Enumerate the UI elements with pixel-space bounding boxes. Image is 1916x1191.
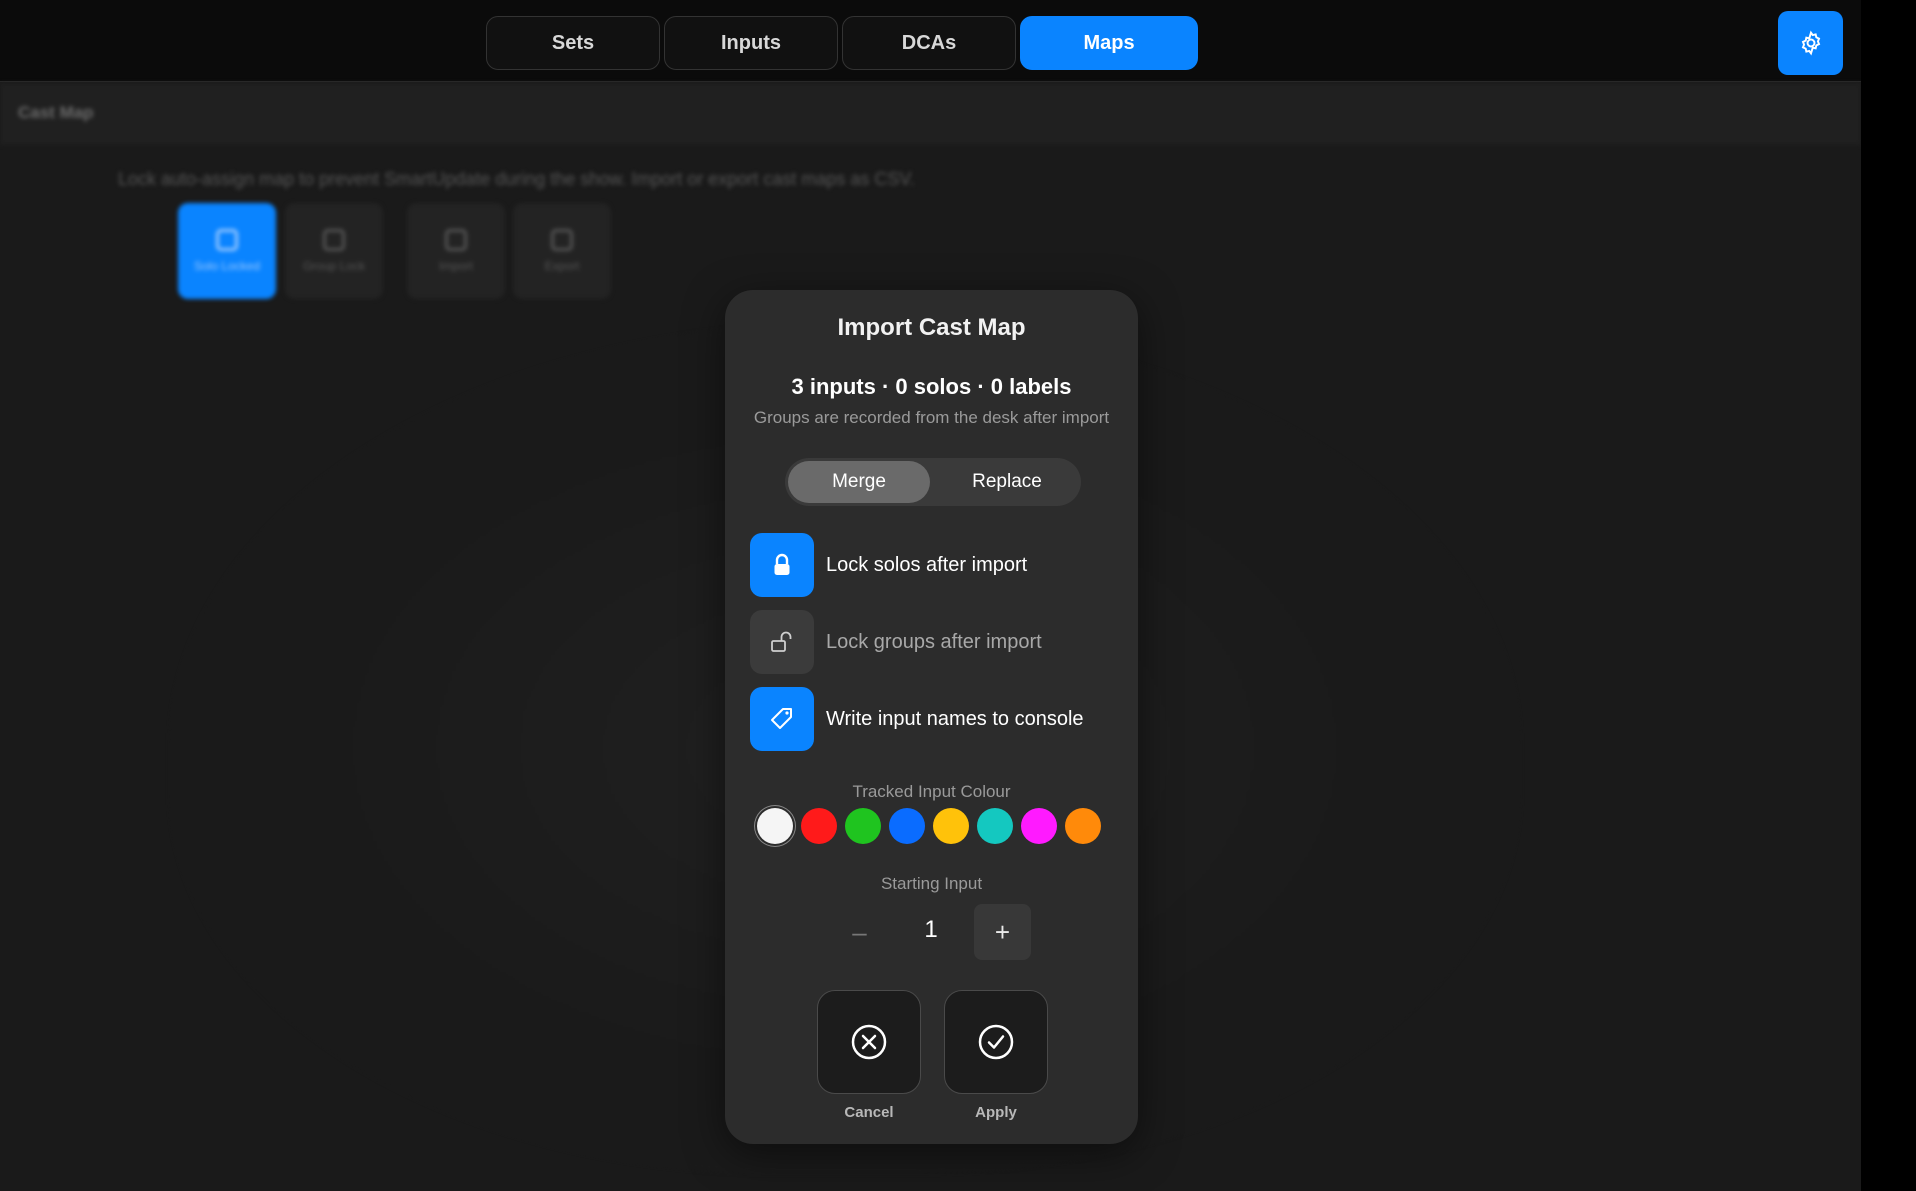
decrement-button[interactable]: – <box>831 904 888 960</box>
import-mode-segment: Merge Replace <box>785 458 1081 506</box>
cancel-action: Cancel <box>817 990 921 1121</box>
import-subtitle: Groups are recorded from the desk after … <box>753 408 1110 427</box>
top-bar: Sets Inputs DCAs Maps <box>0 0 1861 82</box>
colour-swatch[interactable] <box>757 808 793 844</box>
import-cast-map-dialog: Import Cast Map 3 inputs · 0 solos · 0 l… <box>725 290 1138 1144</box>
export-label: Export <box>544 259 580 273</box>
merge-option[interactable]: Merge <box>788 461 930 503</box>
increment-button[interactable]: + <box>974 904 1031 960</box>
starting-input-value: 1 <box>924 916 938 943</box>
tab-sets[interactable]: Sets <box>486 16 660 70</box>
apply-label: Apply <box>975 1104 1017 1121</box>
lock-groups-toggle[interactable] <box>750 610 814 674</box>
section-header: Cast Map <box>0 83 1861 145</box>
write-names-option[interactable]: Write input names to console <box>750 687 1084 751</box>
lock-icon <box>774 553 790 575</box>
export-icon <box>551 229 573 251</box>
app-window: Sets Inputs DCAs Maps Cast Map Lock auto… <box>0 0 1861 1191</box>
lock-groups-label: Lock groups after import <box>826 630 1042 653</box>
tab-dcas[interactable]: DCAs <box>842 16 1016 70</box>
tab-bar: Sets Inputs DCAs Maps <box>486 16 1198 70</box>
replace-option[interactable]: Replace <box>936 461 1078 503</box>
colour-swatch[interactable] <box>933 808 969 844</box>
colour-swatch[interactable] <box>889 808 925 844</box>
colour-swatch[interactable] <box>1065 808 1101 844</box>
tab-maps[interactable]: Maps <box>1020 16 1198 70</box>
colour-swatch[interactable] <box>977 808 1013 844</box>
unlock-icon <box>771 631 792 652</box>
export-button: Export <box>513 203 611 299</box>
cancel-label: Cancel <box>844 1104 894 1121</box>
lock-solos-option[interactable]: Lock solos after import <box>750 533 1027 597</box>
tab-inputs[interactable]: Inputs <box>664 16 838 70</box>
apply-button[interactable] <box>944 990 1048 1094</box>
lock-solos-label: Lock solos after import <box>826 553 1028 576</box>
solo-locked-button: Solo Locked <box>178 203 276 299</box>
group-lock-label: Group Lock <box>302 259 366 273</box>
group-lock-button: Group Lock <box>285 203 383 299</box>
close-circle-icon <box>851 1024 887 1060</box>
unlock-icon <box>323 229 345 251</box>
write-names-toggle[interactable] <box>750 687 814 751</box>
help-text: Lock auto-assign map to prevent SmartUpd… <box>118 169 915 189</box>
import-button: Import <box>407 203 505 299</box>
cancel-button[interactable] <box>817 990 921 1094</box>
solo-locked-label: Solo Locked <box>193 259 261 273</box>
import-label: Import <box>438 259 473 273</box>
lock-groups-option[interactable]: Lock groups after import <box>750 610 1042 674</box>
import-summary: 3 inputs · 0 solos · 0 labels <box>791 374 1072 399</box>
section-title: Cast Map <box>18 103 94 122</box>
gear-icon <box>1801 30 1820 56</box>
check-circle-icon <box>978 1024 1014 1060</box>
lock-icon <box>216 229 238 251</box>
write-names-label: Write input names to console <box>826 707 1084 730</box>
tracked-colour-label: Tracked Input Colour <box>852 782 1011 801</box>
colour-swatch[interactable] <box>845 808 881 844</box>
dialog-title: Import Cast Map <box>837 314 1026 341</box>
colour-swatch[interactable] <box>801 808 837 844</box>
tag-icon <box>771 708 792 729</box>
colour-swatches <box>757 808 1101 844</box>
lock-solos-toggle[interactable] <box>750 533 814 597</box>
apply-action: Apply <box>944 990 1048 1121</box>
colour-swatch[interactable] <box>1021 808 1057 844</box>
starting-input-stepper: – 1 + <box>831 904 1031 960</box>
settings-button[interactable] <box>1778 11 1843 75</box>
import-icon <box>445 229 467 251</box>
starting-input-label: Starting Input <box>880 874 983 893</box>
